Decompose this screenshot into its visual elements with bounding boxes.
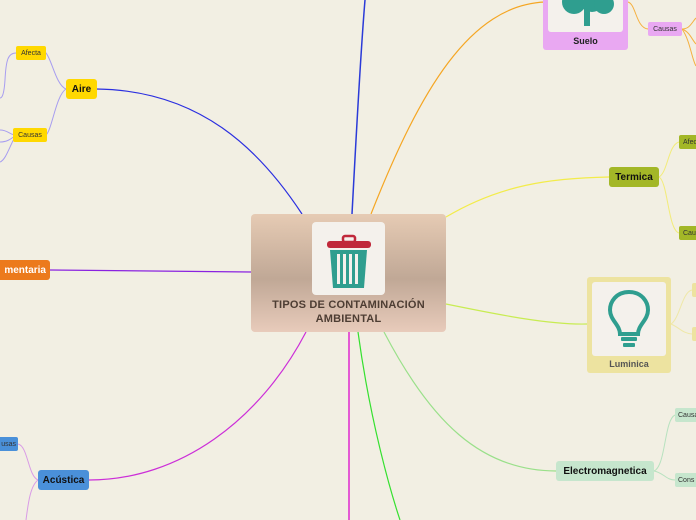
acustica-subtopic-causas[interactable]: usas [0, 437, 18, 451]
trash-can-icon [327, 234, 371, 288]
central-topic-title: TIPOS DE CONTAMINACIÓN AMBIENTAL [272, 299, 425, 325]
luminica-icon-box [592, 282, 666, 356]
topic-termica[interactable]: Termica [609, 167, 659, 187]
topic-aire[interactable]: Aire [66, 79, 97, 99]
electromagnetica-subtopic-causas[interactable]: Causa [675, 408, 696, 422]
luminica-subtopic-2[interactable] [692, 327, 696, 341]
topic-luminica[interactable]: Luminica [587, 277, 671, 373]
termica-subtopic-afecta[interactable]: Afec [679, 135, 696, 149]
aire-subtopic-causas[interactable]: Causas [13, 128, 47, 142]
aire-subtopic-afecta[interactable]: Afecta [16, 46, 46, 60]
central-topic[interactable]: TIPOS DE CONTAMINACIÓN AMBIENTAL [251, 214, 446, 332]
topic-acustica[interactable]: Acústica [38, 470, 89, 490]
topic-luminica-label: Luminica [609, 359, 649, 369]
light-bulb-icon [607, 289, 651, 347]
tree-icon [562, 0, 614, 26]
topic-electromagnetica[interactable]: Electromagnetica [556, 461, 654, 481]
topic-alimentaria[interactable]: mentaria [0, 260, 50, 280]
topic-suelo-label: Suelo [573, 36, 598, 46]
suelo-subtopic-causas[interactable]: Causas [648, 22, 682, 36]
central-icon-box [312, 222, 385, 295]
suelo-icon-box [548, 0, 623, 32]
topic-suelo[interactable]: Suelo [543, 0, 628, 50]
termica-subtopic-causas[interactable]: Cau [679, 226, 696, 240]
luminica-subtopic-1[interactable] [692, 283, 696, 297]
electromagnetica-subtopic-consecuencias[interactable]: Cons [675, 473, 696, 487]
